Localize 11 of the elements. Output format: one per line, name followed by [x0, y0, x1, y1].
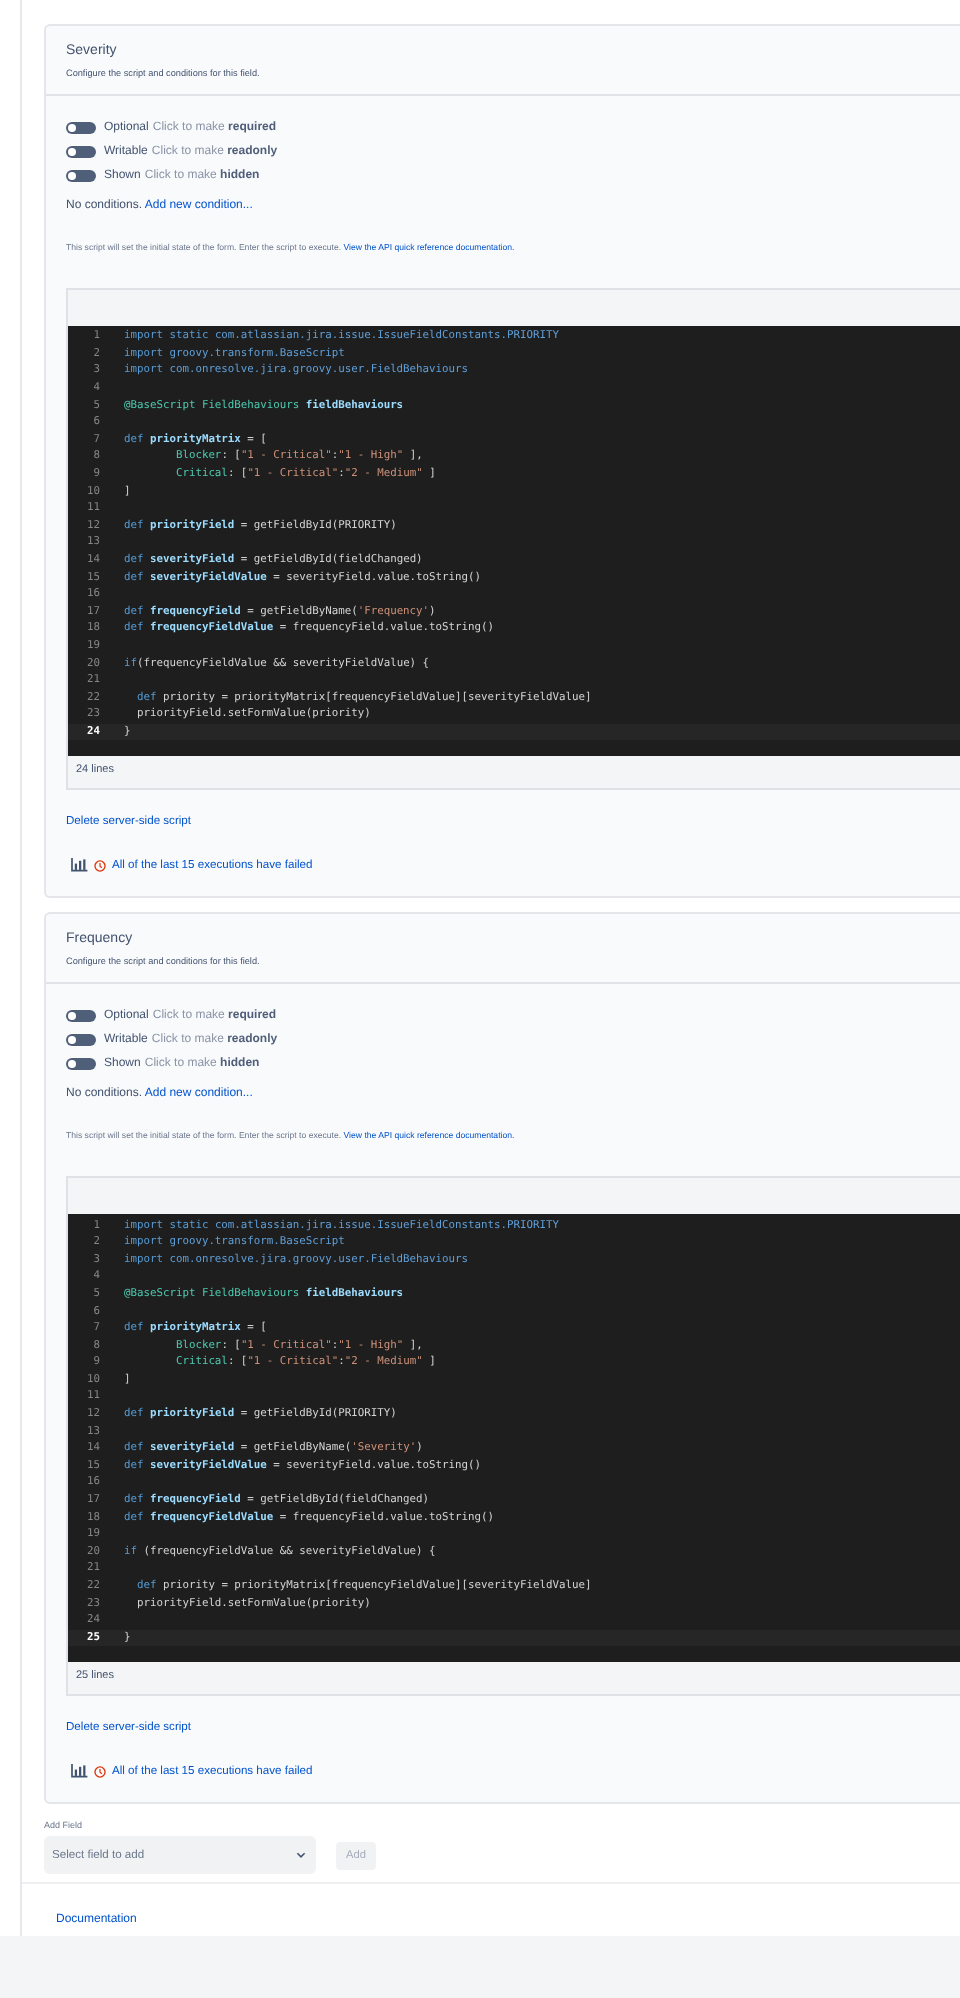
bar-chart-icon	[70, 1764, 88, 1779]
toggle-switch[interactable]	[66, 1058, 96, 1071]
toggle-switch[interactable]	[66, 122, 96, 134]
toggle-switch[interactable]	[66, 1034, 96, 1047]
toggle-switch[interactable]	[66, 1010, 96, 1023]
toggle-switch[interactable]	[66, 146, 96, 158]
failed-clock-icon	[94, 1765, 106, 1778]
failed-clock-icon	[94, 859, 106, 872]
bar-chart-icon	[70, 858, 88, 873]
chevron-down-icon	[296, 1852, 306, 1859]
toggle-switch[interactable]	[66, 170, 96, 182]
